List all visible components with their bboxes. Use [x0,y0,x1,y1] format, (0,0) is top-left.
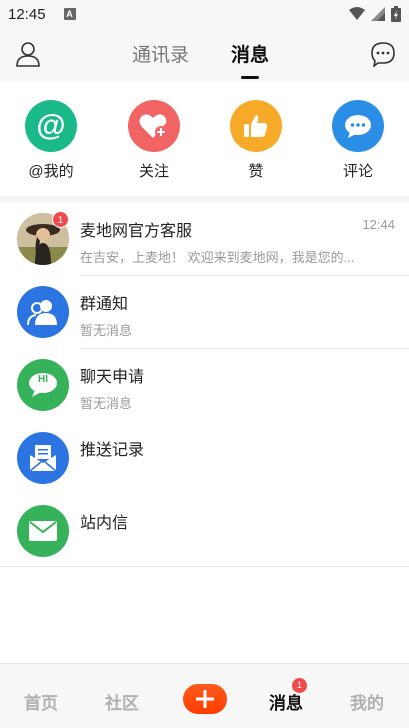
active-tab-indicator [241,76,259,79]
unread-badge: 1 [52,211,69,228]
conversation-title: 聊天申请 [80,369,145,386]
heart-plus-icon [128,100,180,152]
group-icon [17,286,69,338]
conversation-preview: 在吉安，上麦地！ 欢迎来到麦地网，我是您的... [80,250,355,265]
list-item-chat-request[interactable]: HI 聊天申请 暂无消息 [0,349,409,422]
conversation-list: 1 麦地网官方客服 在吉安，上麦地！ 欢迎来到麦地网，我是您的... 12:44… [0,203,409,663]
signal-icon [371,7,385,21]
tab-contacts[interactable]: 通讯录 [132,40,189,67]
conversation-title: 推送记录 [80,442,145,459]
chat-bubble-button[interactable] [369,40,397,68]
quick-action-label: @我的 [28,163,74,180]
hi-chat-icon: HI [17,359,69,411]
nav-me[interactable]: 我的 [350,689,384,714]
quick-action-comments[interactable]: 评论 [318,100,398,181]
wifi-icon [349,7,365,20]
status-bar: 12:45 A [0,0,409,28]
status-icons [349,6,401,22]
top-header: 通讯录 消息 [0,28,409,82]
conversation-title: 麦地网官方客服 [80,223,193,240]
user-outline-icon [16,42,40,67]
nav-unread-badge: 1 [292,678,307,693]
quick-action-label: 关注 [138,163,169,180]
push-mail-icon [17,432,69,484]
thumbs-up-icon [230,100,282,152]
publish-button[interactable] [183,684,227,714]
status-time: 12:45 [8,5,46,23]
quick-actions: @ @我的 关注 赞 评论 [0,82,409,196]
quick-action-likes[interactable]: 赞 [216,100,296,181]
divider [0,566,409,567]
tab-messages[interactable]: 消息 [231,40,269,67]
comment-icon [332,100,384,152]
envelope-icon [17,505,69,557]
quick-action-label: 赞 [248,163,264,180]
chat-dots-icon [371,42,395,67]
at-icon: @ [25,100,77,152]
bottom-navigation: 首页 社区 消息 1 我的 [0,663,409,728]
plus-icon [196,690,214,708]
conversation-title: 群通知 [80,296,129,313]
list-item-push-records[interactable]: 推送记录 [0,422,409,495]
battery-icon [391,6,401,22]
notification-icon: A [63,8,76,20]
conversation-preview: 暂无消息 [80,396,133,411]
nav-home[interactable]: 首页 [24,689,58,714]
quick-action-label: 评论 [342,163,373,180]
profile-button[interactable] [14,40,42,68]
quick-action-mentions[interactable]: @ @我的 [11,100,91,181]
quick-action-follow[interactable]: 关注 [114,100,194,181]
list-item-site-mail[interactable]: 站内信 [0,495,409,568]
conversation-preview: 暂无消息 [80,323,133,338]
conversation-time: 12:44 [362,217,395,232]
nav-community[interactable]: 社区 [105,689,139,714]
conversation-title: 站内信 [80,515,129,532]
list-item-group-notice[interactable]: 群通知 暂无消息 [0,276,409,349]
list-item-official-support[interactable]: 1 麦地网官方客服 在吉安，上麦地！ 欢迎来到麦地网，我是您的... 12:44 [0,203,409,276]
